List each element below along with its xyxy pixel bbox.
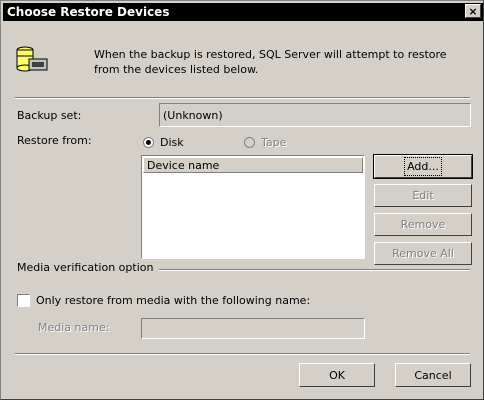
ok-button-label: OK (329, 368, 345, 382)
remove-all-button-label: Remove All (392, 247, 454, 260)
remove-button[interactable]: Remove (374, 213, 472, 236)
radio-disk-label: Disk (160, 136, 184, 149)
separator-media (159, 269, 470, 271)
only-restore-checkbox[interactable] (17, 294, 30, 307)
media-name-label: Media name: (38, 321, 110, 334)
separator-top (15, 97, 470, 99)
radio-disk[interactable]: Disk (143, 136, 184, 149)
ok-button[interactable]: OK (299, 363, 375, 387)
add-button[interactable]: Add... (373, 154, 473, 179)
edit-button-label: Edit (412, 189, 434, 202)
backup-set-label: Backup set: (17, 109, 82, 122)
cancel-button[interactable]: Cancel (395, 363, 471, 387)
close-icon[interactable]: × (465, 4, 481, 18)
media-name-input[interactable] (141, 318, 365, 339)
header-description: When the backup is restored, SQL Server … (94, 48, 447, 76)
edit-button[interactable]: Edit (374, 184, 472, 207)
cancel-button-label: Cancel (414, 368, 452, 382)
remove-button-label: Remove (400, 218, 446, 231)
backup-set-field: (Unknown) (159, 103, 471, 127)
radio-tape[interactable]: Tape (244, 136, 286, 149)
only-restore-label[interactable]: Only restore from media with the followi… (36, 294, 310, 307)
window-title: Choose Restore Devices (7, 5, 170, 19)
device-list[interactable]: Device name (141, 155, 365, 259)
radio-disk-indicator[interactable] (143, 137, 154, 148)
add-button-label: Add... (404, 157, 442, 176)
radio-tape-indicator[interactable] (244, 137, 255, 148)
restore-from-label: Restore from: (17, 134, 92, 147)
device-name-column-header[interactable]: Device name (143, 157, 363, 173)
remove-all-button[interactable]: Remove All (374, 242, 472, 265)
choose-restore-devices-dialog: Choose Restore Devices × When the backup… (0, 0, 484, 400)
media-verification-label: Media verification option (17, 261, 154, 274)
separator-bottom (15, 353, 470, 355)
radio-tape-label: Tape (261, 136, 287, 149)
database-tape-icon (16, 46, 48, 72)
backup-set-value: (Unknown) (163, 109, 223, 122)
title-bar[interactable]: Choose Restore Devices × (3, 3, 483, 21)
